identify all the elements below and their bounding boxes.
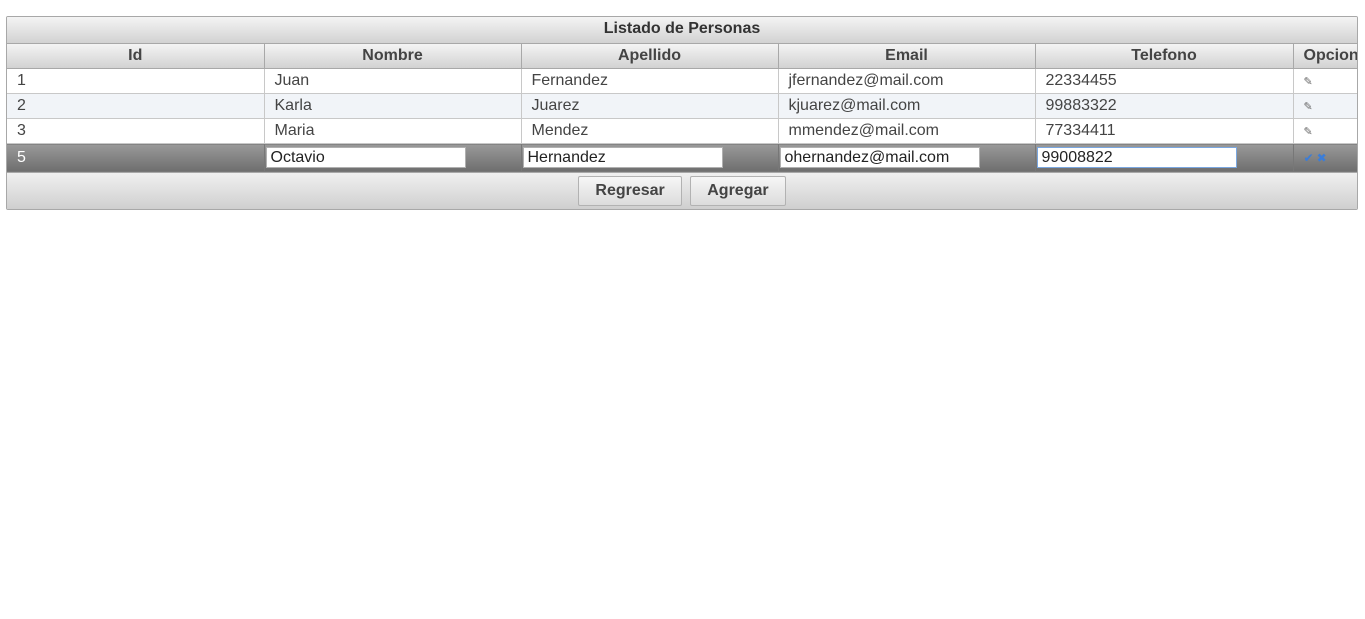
cell-telefono: 99883322 [1035,93,1294,119]
cell-telefono: 22334455 [1035,68,1294,94]
cell-id: 2 [7,93,265,119]
apellido-input[interactable] [522,147,723,168]
nombre-input[interactable] [265,147,466,168]
column-header-email[interactable]: Email [778,44,1036,69]
personas-grid: Listado de Personas Id Nombre Apellido E… [6,16,1358,210]
cell-apellido: Juarez [521,93,779,119]
editing-row[interactable]: 5 ✔✖ [7,143,1357,172]
grid-caption: Listado de Personas [7,17,1357,44]
cell-nombre: Karla [264,93,522,119]
cell-options: ✔ ✖ [1293,143,1357,172]
column-header-telefono[interactable]: Telefono [1035,44,1294,69]
table-row[interactable]: 2 Karla Juarez kjuarez@mail.com 99883322… [7,93,1357,119]
cell-options: ✎ [1293,118,1357,144]
add-button[interactable]: Agregar [690,176,786,206]
pencil-icon[interactable]: ✎ [1304,100,1313,113]
pencil-icon[interactable]: ✎ [1304,75,1313,88]
cell-telefono [1035,143,1294,172]
cell-apellido: Fernandez [521,68,779,94]
cell-apellido: Mendez [521,118,779,144]
grid-footer: Regresar Agregar [7,172,1357,209]
telefono-input[interactable] [1036,147,1237,168]
back-button[interactable]: Regresar [578,176,682,206]
check-icon[interactable]: ✔ [1304,151,1314,165]
column-header-nombre[interactable]: Nombre [264,44,522,69]
email-input[interactable] [779,147,980,168]
column-header-id[interactable]: Id [7,44,265,69]
cell-id: 1 [7,68,265,94]
cell-id: 3 [7,118,265,144]
cell-nombre [264,143,522,172]
cell-email: kjuarez@mail.com [778,93,1036,119]
table-row[interactable]: 3 Maria Mendez mmendez@mail.com 77334411… [7,118,1357,144]
close-icon[interactable]: ✖ [1317,151,1327,165]
cell-telefono: 77334411 [1035,118,1294,144]
cell-email [778,143,1036,172]
personas-table: Id Nombre Apellido Email Telefono Opcion… [7,44,1357,172]
cell-email: jfernandez@mail.com [778,68,1036,94]
table-row[interactable]: 1 Juan Fernandez jfernandez@mail.com 223… [7,68,1357,94]
cell-options: ✎ [1293,93,1357,119]
cell-email: mmendez@mail.com [778,118,1036,144]
cell-nombre: Juan [264,68,522,94]
header-row: Id Nombre Apellido Email Telefono Opcion [7,44,1357,69]
cell-options: ✎ [1293,68,1357,94]
cell-apellido [521,143,779,172]
cell-nombre: Maria [264,118,522,144]
column-header-apellido[interactable]: Apellido [521,44,779,69]
cell-id: 5 [7,143,265,172]
pencil-icon[interactable]: ✎ [1304,125,1313,138]
column-header-opcion: Opcion [1293,44,1357,69]
